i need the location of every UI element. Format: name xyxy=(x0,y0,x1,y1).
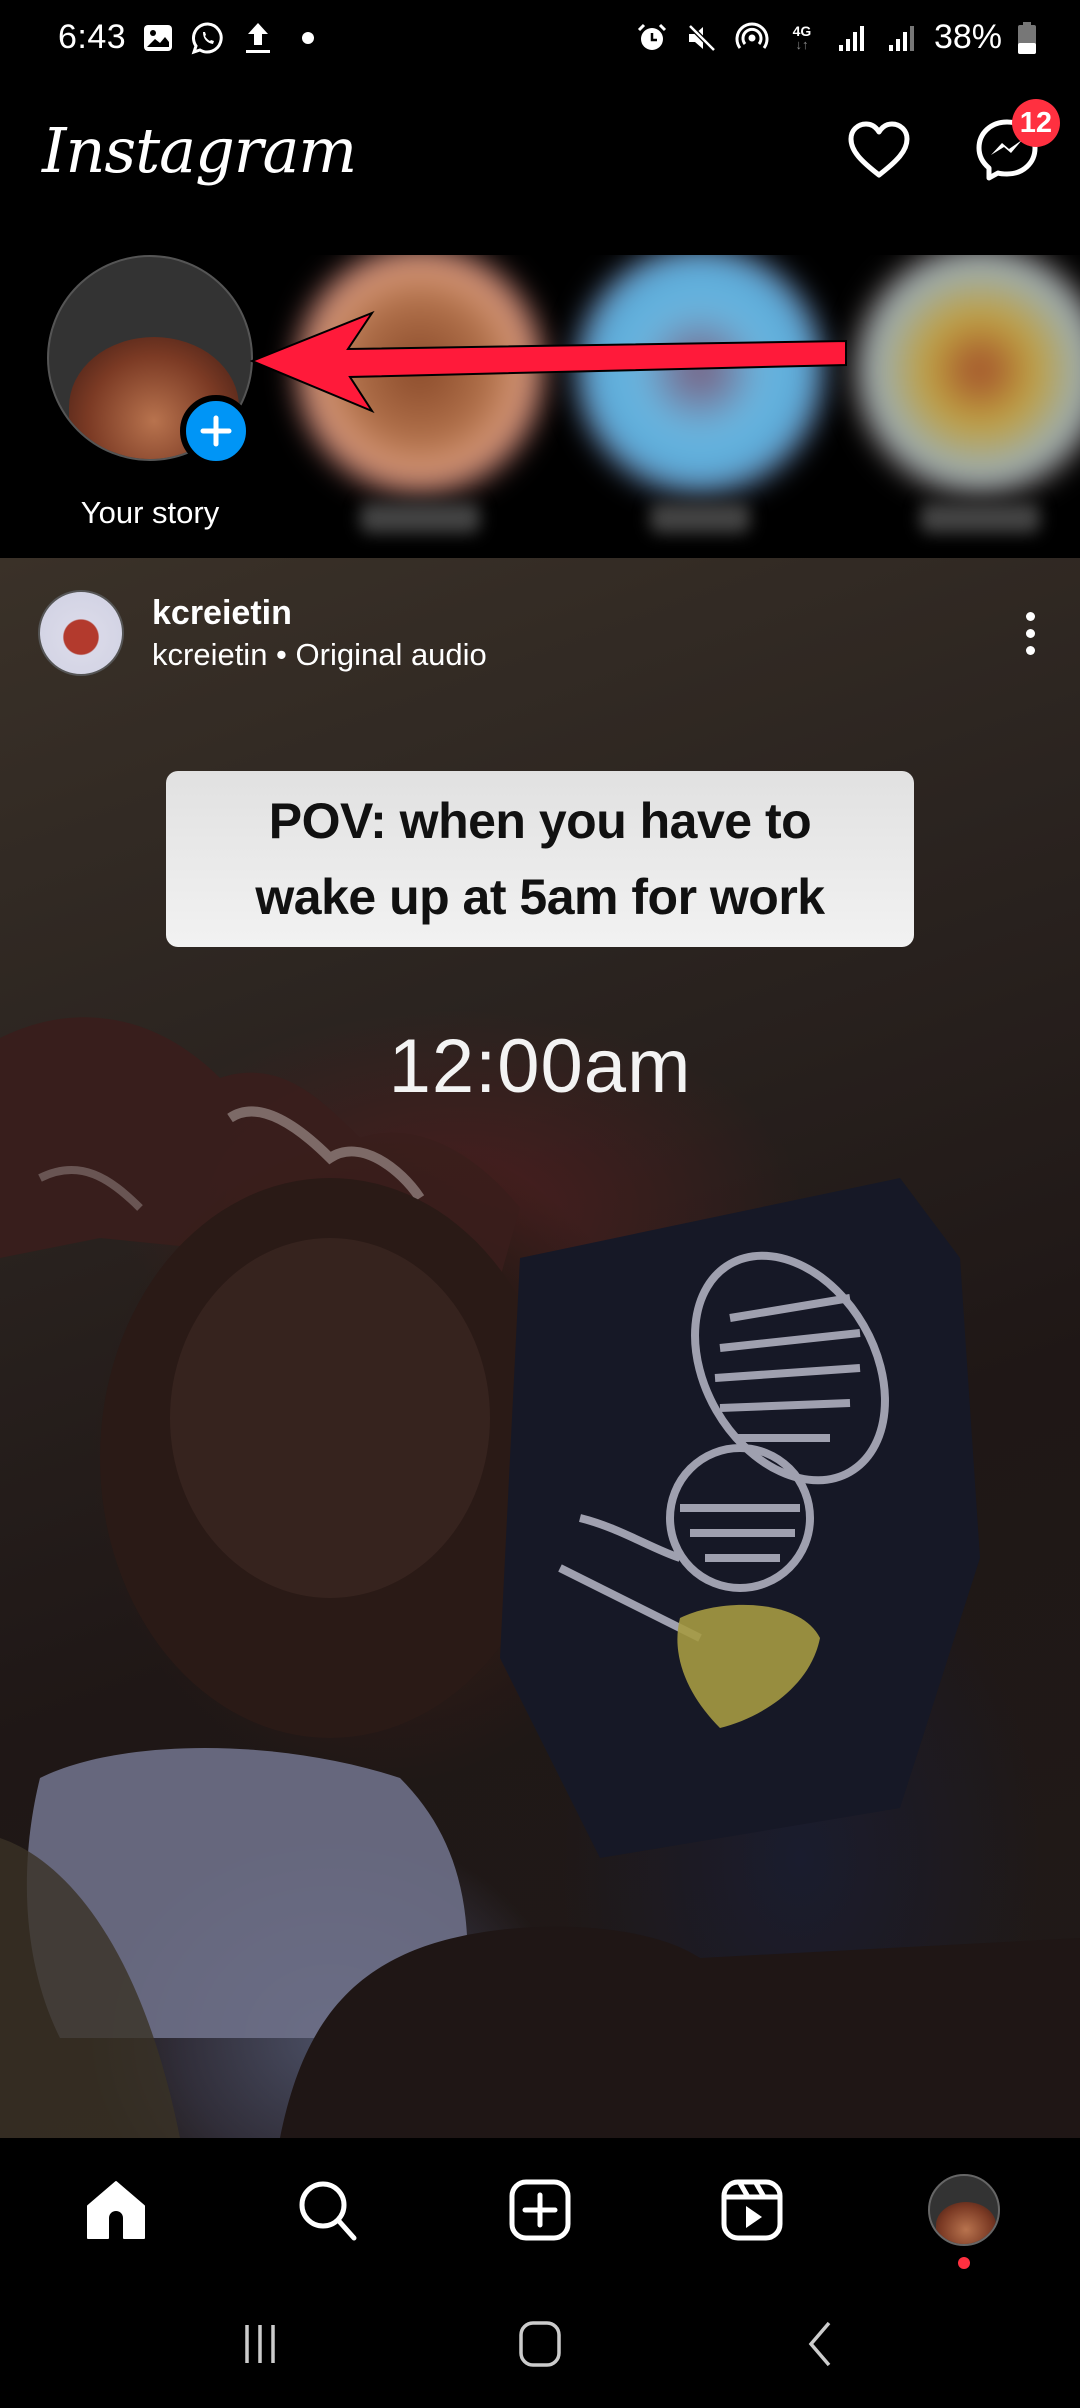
add-story-button[interactable] xyxy=(180,395,252,467)
profile-photo xyxy=(936,2202,996,2244)
more-dot xyxy=(1025,645,1035,655)
story-avatar-blurred xyxy=(855,255,1080,495)
annotation-arrow xyxy=(250,310,847,414)
back-icon xyxy=(808,2321,831,2367)
nav-create[interactable] xyxy=(485,2155,595,2265)
more-dot xyxy=(1025,628,1035,638)
battery-percent: 38% xyxy=(933,18,1002,56)
network-label: 4G xyxy=(792,22,812,39)
search-icon xyxy=(299,2181,357,2241)
instagram-logo[interactable]: Instagram xyxy=(42,114,357,187)
story-username-blurred xyxy=(920,503,1040,533)
add-post-icon xyxy=(509,2179,571,2241)
app-header: Instagram 12 xyxy=(0,95,1080,205)
plus-icon xyxy=(200,415,232,447)
status-left: 6:43 xyxy=(58,18,326,57)
video-caption-overlay: POV: when you have to wake up at 5am for… xyxy=(166,771,914,947)
status-bar: 6:43 4G ↓↑ 38% xyxy=(0,0,1080,75)
recents-icon xyxy=(245,2325,275,2363)
nav-profile[interactable] xyxy=(909,2155,1019,2269)
alarm-icon xyxy=(634,20,670,56)
post-author-avatar[interactable] xyxy=(38,590,124,676)
story-item[interactable] xyxy=(855,255,1080,555)
upload-icon xyxy=(240,20,276,56)
nav-home[interactable] xyxy=(61,2155,171,2265)
gallery-icon xyxy=(140,20,176,56)
network-4g-icon: 4G ↓↑ xyxy=(792,22,812,52)
more-vertical-icon xyxy=(1025,611,1035,621)
feed-post[interactable]: kcreietin kcreietin • Original audio POV… xyxy=(0,558,1080,2138)
messenger-button[interactable]: 12 xyxy=(972,99,1060,185)
messenger-badge: 12 xyxy=(1011,99,1060,147)
caption-line-2: wake up at 5am for work xyxy=(255,869,825,925)
recents-button[interactable] xyxy=(210,2304,310,2384)
bottom-navigation xyxy=(0,2140,1080,2280)
battery-icon xyxy=(1016,20,1038,56)
post-audio-link[interactable]: kcreietin • Original audio xyxy=(152,637,1010,673)
status-right: 4G ↓↑ 38% xyxy=(634,18,1038,57)
back-button[interactable] xyxy=(770,2304,870,2384)
signal-icon xyxy=(834,20,870,56)
signal-icon-2 xyxy=(884,20,920,56)
notifications-button[interactable] xyxy=(844,115,914,185)
system-home-button[interactable] xyxy=(490,2304,590,2384)
more-options-button[interactable] xyxy=(1010,598,1050,668)
story-username-blurred xyxy=(360,503,480,533)
home-icon xyxy=(87,2181,145,2239)
caption-line-1: POV: when you have to xyxy=(268,793,812,849)
hotspot-icon xyxy=(734,20,770,56)
heart-icon xyxy=(848,121,910,178)
story-username-blurred xyxy=(650,503,750,533)
system-home-icon xyxy=(519,2321,561,2367)
reels-icon xyxy=(721,2179,783,2241)
your-story-label: Your story xyxy=(80,495,220,530)
mute-icon xyxy=(684,20,720,56)
whatsapp-icon xyxy=(190,20,226,56)
nav-reels[interactable] xyxy=(697,2155,807,2265)
status-time: 6:43 xyxy=(58,18,127,56)
system-navigation xyxy=(0,2280,1080,2408)
post-username[interactable]: kcreietin xyxy=(152,594,1010,633)
notification-dot-icon xyxy=(290,20,326,56)
post-header: kcreietin kcreietin • Original audio xyxy=(38,588,1050,678)
video-time-overlay: 12:00am xyxy=(388,1024,692,1109)
profile-avatar[interactable] xyxy=(928,2174,1000,2246)
nav-search[interactable] xyxy=(273,2155,383,2265)
profile-notification-dot xyxy=(958,2257,970,2269)
